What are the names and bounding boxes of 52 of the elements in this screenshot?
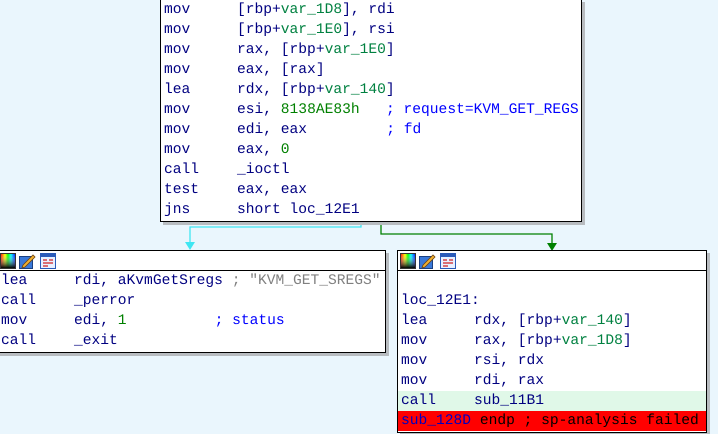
mnemonic: mov	[164, 101, 192, 120]
operands: esi, 8138AE83h	[237, 101, 360, 120]
operands: _perror	[74, 292, 136, 311]
mnemonic: call	[1, 292, 38, 311]
operands: rdx, [rbp+var_140]	[237, 81, 395, 100]
operands: rdx, [rbp+var_140]	[474, 312, 632, 331]
operands: rsi, rdx	[474, 352, 544, 371]
operands: rdi, rax	[474, 372, 544, 391]
mnemonic: lea	[401, 312, 428, 331]
operands: rax, [rbp+var_1D8]	[474, 332, 632, 351]
operands: _exit	[74, 332, 118, 351]
mnemonic: mov	[164, 41, 192, 60]
operands: edi, eax	[237, 121, 308, 140]
comment: ; request=KVM_GET_REGS	[386, 101, 579, 120]
mnemonic: mov	[401, 372, 428, 391]
mnemonic: mov	[164, 61, 192, 80]
operands: short loc_12E1	[237, 201, 360, 220]
mnemonic: mov	[164, 141, 192, 160]
pencil-icon[interactable]	[19, 252, 37, 268]
graph-window-icon[interactable]	[40, 252, 56, 268]
operands: rdi, aKvmGetSregs	[74, 272, 223, 291]
mnemonic: lea	[1, 272, 28, 291]
operands: [rbp+var_1E0], rsi	[237, 21, 395, 40]
mnemonic: mov	[401, 352, 428, 371]
comment: ; "KVM_GET_SREGS"	[232, 272, 381, 291]
pencil-icon[interactable]	[419, 252, 437, 268]
mnemonic: mov	[164, 1, 192, 20]
operands: eax, [rax]	[237, 61, 325, 80]
mnemonic: mov	[164, 121, 192, 140]
mnemonic: mov	[164, 21, 192, 40]
operands: eax, 0	[237, 141, 290, 160]
mnemonic: call	[1, 332, 38, 351]
mnemonic: call	[401, 392, 438, 411]
graph-window-icon[interactable]	[440, 252, 456, 268]
mnemonic: mov	[401, 332, 428, 351]
operands: eax, eax	[237, 181, 308, 200]
color-palette-icon[interactable]	[400, 252, 416, 268]
operands: edi, 1	[74, 312, 127, 331]
comment: ; status	[214, 312, 285, 331]
operands: _ioctl	[237, 161, 290, 180]
mnemonic: test	[164, 181, 200, 200]
mnemonic: call	[164, 161, 200, 180]
mnemonic: lea	[164, 81, 192, 100]
operands: rax, [rbp+var_1E0]	[237, 41, 395, 60]
mnemonic: jns	[164, 201, 192, 220]
operands: [rbp+var_1D8], rdi	[237, 1, 395, 20]
error-line: sub_128D endp ; sp-analysis failed	[401, 412, 699, 431]
comment: ; fd	[386, 121, 422, 140]
operands: sub_11B1	[474, 392, 544, 411]
code-label[interactable]: loc_12E1:	[401, 291, 480, 311]
mnemonic: mov	[1, 312, 28, 331]
color-palette-icon[interactable]	[0, 252, 16, 268]
